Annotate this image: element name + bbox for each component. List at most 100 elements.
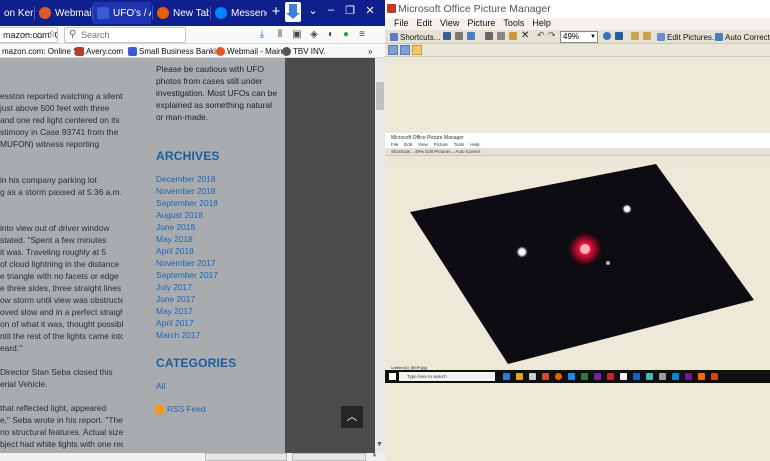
blog-sidebar: Please be cautious with UFO photos from … [149,58,285,453]
archive-link[interactable]: April 2018 [156,246,194,256]
article-line: on of what it was, thought possibly [0,319,123,329]
embedded-menu-tools: Tools [453,142,465,147]
extension-icon[interactable]: ◈ [308,28,320,42]
single-picture-view-icon[interactable] [412,45,422,55]
category-link-all[interactable]: All [156,381,165,391]
minimize-icon[interactable]: – [322,4,340,16]
bookmark-avery[interactable]: Avery.com [75,45,123,57]
menu-view[interactable]: View [440,18,459,30]
redo-icon[interactable]: ↷ [548,30,556,40]
edit-pictures-button[interactable]: Edit Pictures... [657,31,719,43]
search-box[interactable]: ⚲ [64,27,186,43]
archive-link[interactable]: June 2017 [156,294,195,304]
paste-icon[interactable] [509,32,517,40]
shortcuts-button[interactable]: Shortcuts... [390,31,440,43]
scroll-to-top-button[interactable]: ︿ [341,406,363,428]
close-window-icon[interactable]: ✕ [361,4,379,17]
print-icon[interactable] [455,32,463,40]
scroll-down-icon[interactable]: ▼ [376,441,383,448]
restore-icon[interactable]: ❐ [341,4,359,17]
faint-light [606,261,610,265]
article-line: e triangle with no facets or edge [0,271,119,281]
download-indicator-icon[interactable] [285,2,301,22]
menu-help[interactable]: Help [532,18,551,30]
bookmark-star-icon[interactable]: ☆ [46,28,58,42]
archive-link[interactable]: July 2017 [156,282,192,292]
tab-ufos[interactable]: UFO's / Au ✕ [93,2,151,24]
archive-link[interactable]: April 2017 [156,318,194,328]
zoom-value: 49% [563,32,580,41]
picture-manager-taskbar-icon [711,373,718,380]
caution-note: Please be cautious with UFO photos from … [156,64,278,122]
bookmark-webmail[interactable]: Webmail - Main [216,45,282,57]
zoom-combobox[interactable]: 49% ▼ [560,31,598,43]
archive-link[interactable]: November 2017 [156,258,216,268]
chevron-up-icon: ︿ [346,411,358,423]
bookmarks-overflow-icon[interactable]: » [368,45,372,57]
tab-messenger[interactable]: Messenger ✕ [211,2,267,24]
bookmark-small-business[interactable]: Small Business Bankin... [128,45,227,57]
archive-link[interactable]: June 2018 [156,222,195,232]
dropdown-icon[interactable]: ⌄ [304,4,322,17]
menu-icon[interactable]: ≡ [356,28,368,42]
archive-link[interactable]: August 2018 [156,210,203,220]
menu-edit[interactable]: Edit [417,18,433,30]
rotate-left-icon[interactable] [631,32,639,40]
chevron-down-icon[interactable]: ▼ [590,32,596,42]
pocket-icon[interactable]: ◡ [34,28,46,42]
filmstrip-view-icon[interactable] [400,45,410,55]
tab-kerr[interactable]: on Kerr - [0,2,34,24]
more-icon[interactable]: ··· [22,28,34,42]
bookmark-tbv[interactable]: TBV INV. [282,45,326,57]
archive-link[interactable]: September 2018 [156,198,218,208]
bookmark-amazon[interactable]: mazon.com: Online S... [2,45,85,57]
close-icon[interactable]: ✕ [370,453,382,461]
scrollbar-thumb[interactable] [376,82,384,110]
auto-correct-button[interactable]: Auto Correct [715,31,770,43]
search-input[interactable] [81,29,181,41]
grammarly-icon[interactable]: ● [340,28,352,42]
new-tab-button[interactable]: + [268,3,284,23]
archive-link[interactable]: November 2018 [156,186,216,196]
embedded-title: Microsoft Office Picture Manager [391,135,464,141]
article-line: bject had white lights with one red [0,439,123,449]
delete-icon[interactable]: ✕ [521,30,529,41]
rotate-right-icon[interactable] [643,32,651,40]
archive-link[interactable]: December 2018 [156,174,216,184]
archive-link[interactable]: May 2018 [156,234,193,244]
page-scrollbar[interactable]: ▼ [375,58,385,453]
rss-feed-link[interactable]: RSS Feed [155,404,206,414]
copy-icon[interactable] [497,32,505,40]
tab-webmail[interactable]: Webmail - ✕ [35,2,91,24]
zoom-icon[interactable] [603,32,611,40]
archive-link[interactable]: May 2017 [156,306,193,316]
menu-file[interactable]: File [394,18,409,30]
save-icon[interactable] [443,32,451,40]
bookmarks-toolbar: mazon.com: Online S... Avery.com Small B… [0,44,385,58]
download-item-2[interactable] [292,453,366,461]
menu-tools[interactable]: Tools [503,18,524,30]
article-line: g as a storm passed at 5:36 a.m. [0,187,122,197]
menu-picture[interactable]: Picture [467,18,495,30]
tab-new-tab[interactable]: New Tab ✕ [153,2,209,24]
edge-icon [503,373,510,380]
downloads-icon[interactable]: ⤓ [256,28,268,42]
archive-link[interactable]: September 2017 [156,270,218,280]
article-line: that reflected light, appeared [0,403,107,413]
download-item-1[interactable] [205,453,287,461]
undo-icon[interactable]: ↶ [537,30,545,40]
categories-heading: CATEGORIES [156,356,237,370]
library-icon[interactable]: ⫴ [274,28,286,42]
archive-link[interactable]: March 2017 [156,330,200,340]
bookmark-label: Small Business Bankin... [139,46,228,56]
screenshot-icon[interactable]: ◐ [325,28,337,42]
cut-icon[interactable] [485,32,493,40]
ufo-photo [410,164,754,364]
bookmark-label: mazon.com: Online S... [2,46,86,56]
thumbnail-view-icon[interactable] [388,45,398,55]
embedded-menu-help: Help [470,142,480,147]
email-icon[interactable] [467,32,475,40]
sidebar-icon[interactable]: ▣ [291,28,303,42]
article-line: into view out of driver window [0,223,110,233]
zoom-slider-icon[interactable] [615,32,623,40]
